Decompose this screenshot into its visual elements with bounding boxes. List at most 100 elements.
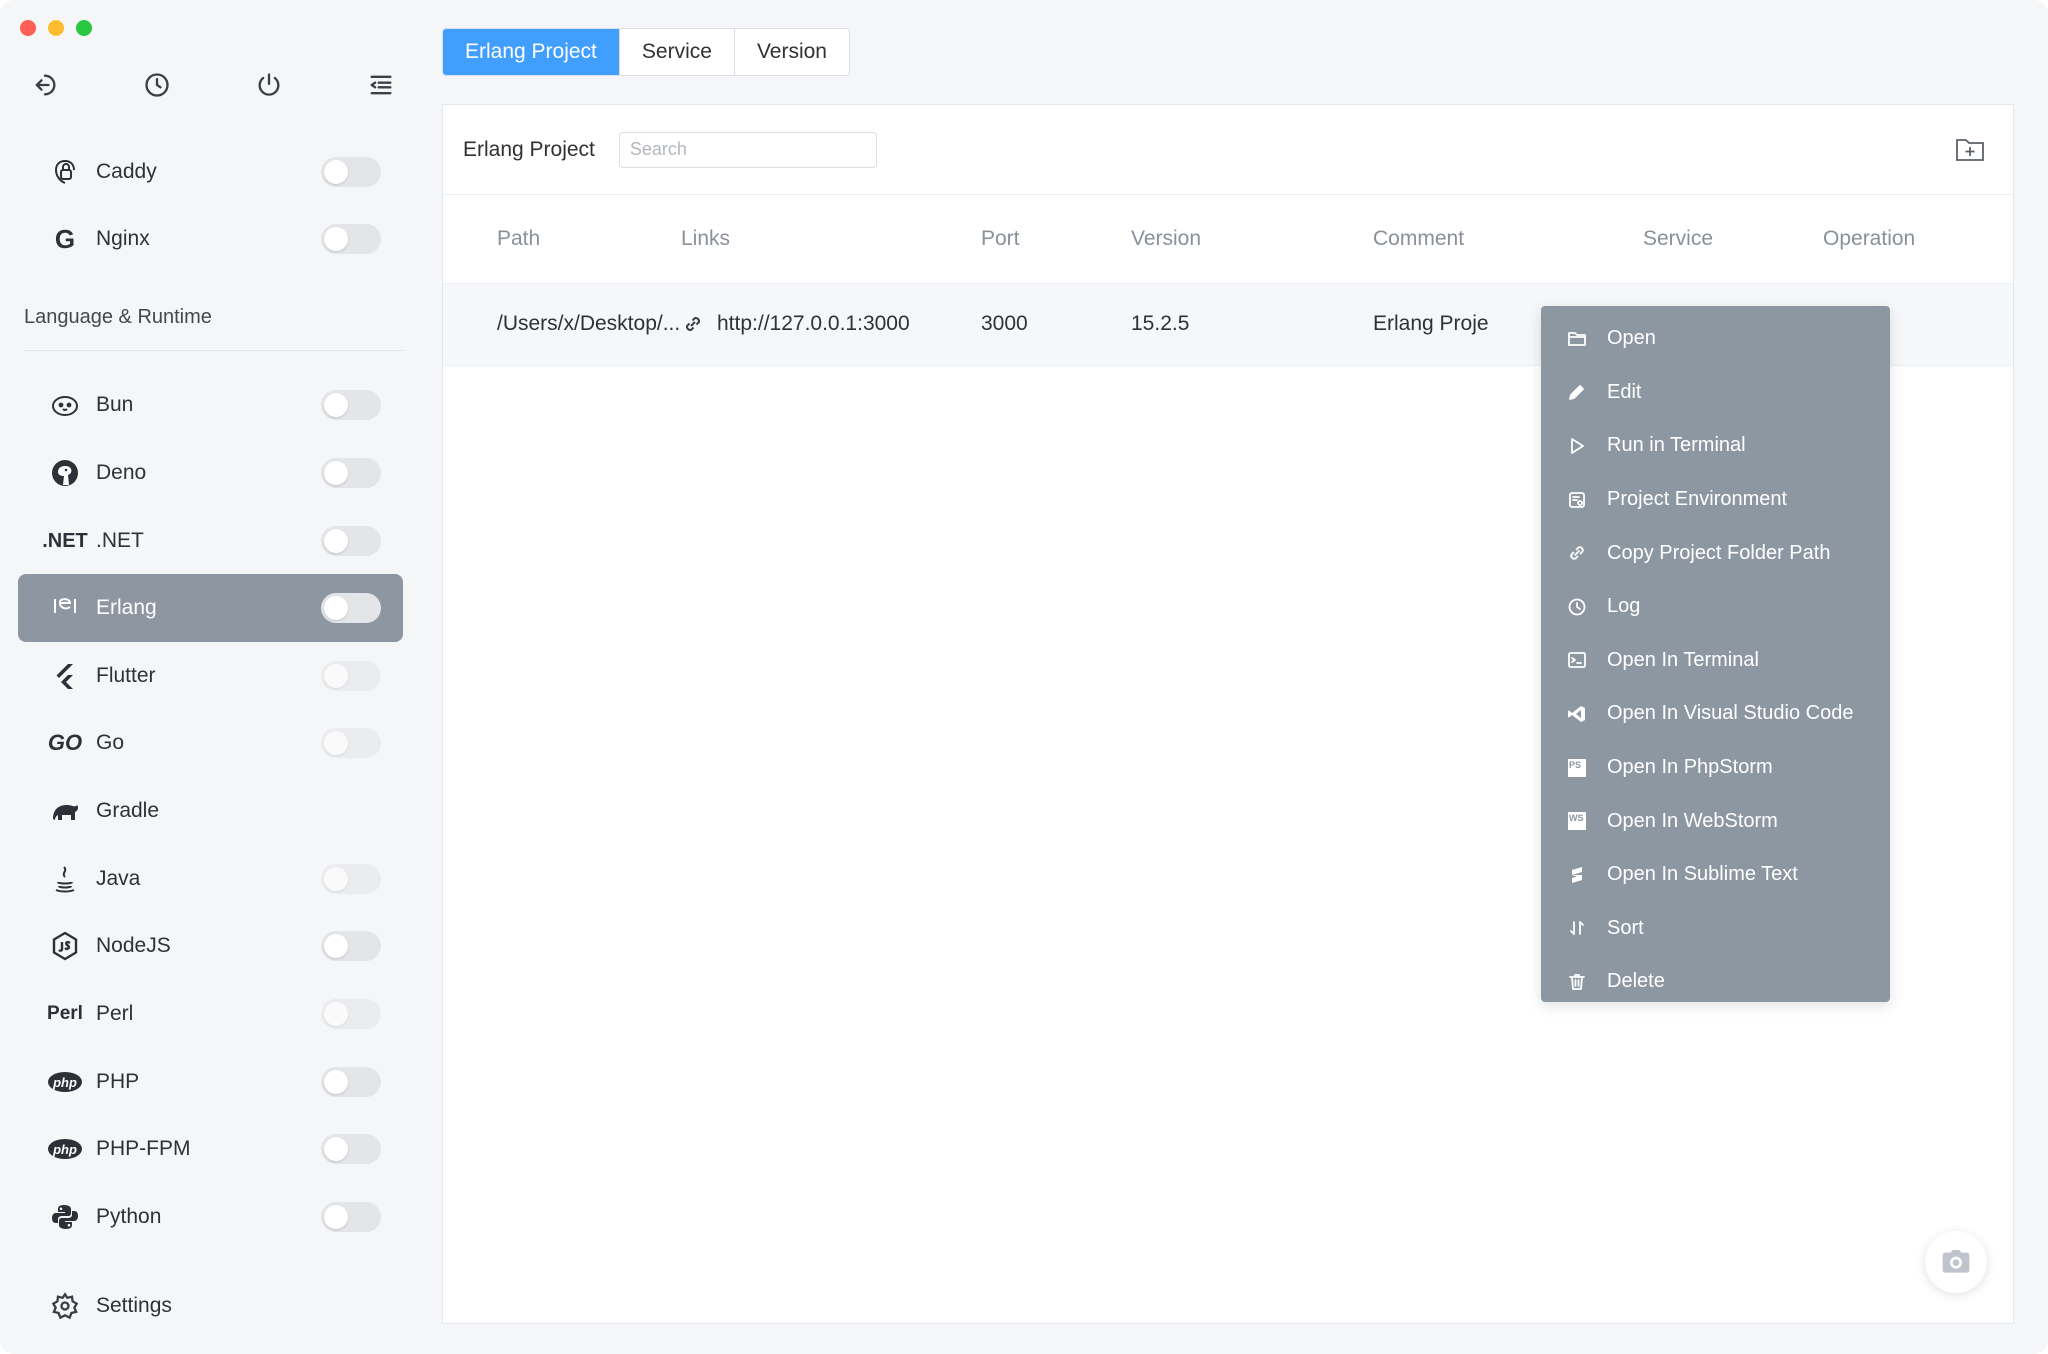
column-header-operation[interactable]: Operation bbox=[1823, 195, 2013, 284]
sidebar-item-flutter[interactable]: Flutter bbox=[18, 642, 403, 710]
menu-item-label: Sort bbox=[1607, 916, 1644, 939]
trash-icon bbox=[1565, 970, 1589, 994]
project-link[interactable]: http://127.0.0.1:3000 bbox=[717, 312, 910, 336]
nodejs-toggle[interactable] bbox=[321, 931, 381, 961]
back-icon[interactable] bbox=[28, 68, 62, 102]
menu-item-delete[interactable]: Delete bbox=[1541, 955, 1890, 1009]
menu-item-open-in-sublime[interactable]: Open In Sublime Text bbox=[1541, 848, 1890, 902]
menu-item-edit[interactable]: Edit bbox=[1541, 366, 1890, 420]
sidebar-item-go[interactable]: GO Go bbox=[18, 709, 403, 777]
phpstorm-icon: PS bbox=[1565, 756, 1589, 780]
bun-toggle[interactable] bbox=[321, 390, 381, 420]
sidebar: Caddy G Nginx Language & Runtime Bun Den… bbox=[0, 0, 420, 1354]
nodejs-icon bbox=[40, 930, 90, 962]
php-fpm-toggle[interactable] bbox=[321, 1134, 381, 1164]
bun-icon bbox=[40, 389, 90, 421]
caddy-toggle[interactable] bbox=[321, 157, 381, 187]
sidebar-item-erlang[interactable]: Erlang bbox=[18, 574, 403, 642]
column-header-links[interactable]: Links bbox=[681, 195, 981, 284]
menu-item-label: Open bbox=[1607, 327, 1656, 350]
panel-title: Erlang Project bbox=[463, 137, 595, 161]
cell-path: /Users/x/Desktop/... bbox=[443, 283, 681, 366]
flutter-icon bbox=[40, 660, 90, 692]
dotnet-icon: .NET bbox=[42, 529, 88, 552]
app-window: Caddy G Nginx Language & Runtime Bun Den… bbox=[0, 0, 2048, 1354]
history-icon[interactable] bbox=[140, 68, 174, 102]
vscode-icon bbox=[1565, 702, 1589, 726]
sidebar-item-label: Nginx bbox=[96, 227, 150, 250]
menu-item-log[interactable]: Log bbox=[1541, 580, 1890, 634]
play-icon bbox=[1565, 434, 1589, 458]
table-header-row: Path Links Port Version Comment Service … bbox=[443, 195, 2013, 284]
sidebar-item-settings[interactable]: Settings bbox=[18, 1276, 403, 1336]
environment-icon bbox=[1565, 488, 1589, 512]
menu-item-copy-folder-path[interactable]: Copy Project Folder Path bbox=[1541, 526, 1890, 580]
gradle-icon bbox=[40, 795, 90, 827]
column-header-version[interactable]: Version bbox=[1131, 195, 1373, 284]
tab-version[interactable]: Version bbox=[735, 29, 849, 75]
sidebar-item-deno[interactable]: Deno bbox=[18, 439, 403, 507]
perl-icon: Perl bbox=[47, 1003, 83, 1024]
menu-item-open-in-vscode[interactable]: Open In Visual Studio Code bbox=[1541, 687, 1890, 741]
menu-item-run-in-terminal[interactable]: Run in Terminal bbox=[1541, 419, 1890, 473]
flutter-toggle[interactable] bbox=[321, 661, 381, 691]
menu-item-open[interactable]: Open bbox=[1541, 312, 1890, 366]
sidebar-item-nginx[interactable]: G Nginx bbox=[18, 205, 403, 273]
column-header-port[interactable]: Port bbox=[981, 195, 1131, 284]
sidebar-item-php-fpm[interactable]: php PHP-FPM bbox=[18, 1115, 403, 1183]
menu-collapse-icon[interactable] bbox=[364, 68, 398, 102]
add-folder-icon[interactable] bbox=[1955, 135, 1985, 163]
nginx-icon: G bbox=[54, 223, 76, 254]
search-input[interactable] bbox=[618, 131, 877, 168]
column-header-path[interactable]: Path bbox=[443, 195, 681, 284]
menu-item-open-in-phpstorm[interactable]: PS Open In PhpStorm bbox=[1541, 741, 1890, 795]
php-icon: php bbox=[40, 1072, 90, 1092]
sidebar-item-php[interactable]: php PHP bbox=[18, 1048, 403, 1116]
sublime-icon bbox=[1565, 863, 1589, 887]
sidebar-item-dotnet[interactable]: .NET .NET bbox=[18, 507, 403, 575]
sidebar-item-label: Perl bbox=[96, 1002, 134, 1025]
java-toggle[interactable] bbox=[321, 864, 381, 894]
java-icon bbox=[40, 863, 90, 895]
nginx-toggle[interactable] bbox=[321, 224, 381, 254]
menu-item-label: Run in Terminal bbox=[1607, 434, 1746, 457]
sidebar-item-perl[interactable]: Perl Perl bbox=[18, 980, 403, 1048]
column-header-service[interactable]: Service bbox=[1643, 195, 1823, 284]
menu-item-open-in-webstorm[interactable]: WS Open In WebStorm bbox=[1541, 794, 1890, 848]
menu-item-open-in-terminal[interactable]: Open In Terminal bbox=[1541, 634, 1890, 688]
sidebar-item-python[interactable]: Python bbox=[18, 1183, 403, 1251]
sidebar-item-label: NodeJS bbox=[96, 934, 171, 957]
php-toggle[interactable] bbox=[321, 1067, 381, 1097]
sidebar-item-label: Go bbox=[96, 731, 125, 754]
dotnet-toggle[interactable] bbox=[321, 526, 381, 556]
sidebar-item-bun[interactable]: Bun bbox=[18, 371, 403, 439]
settings-label: Settings bbox=[96, 1294, 172, 1317]
camera-icon[interactable] bbox=[1925, 1231, 1987, 1293]
menu-item-label: Open In Visual Studio Code bbox=[1607, 702, 1854, 725]
sort-icon bbox=[1565, 916, 1589, 940]
sidebar-item-java[interactable]: Java bbox=[18, 845, 403, 913]
php-icon: php bbox=[40, 1139, 90, 1159]
column-header-comment[interactable]: Comment bbox=[1373, 195, 1643, 284]
menu-item-sort[interactable]: Sort bbox=[1541, 902, 1890, 956]
sidebar-item-gradle[interactable]: Gradle bbox=[18, 777, 403, 845]
cell-port: 3000 bbox=[981, 283, 1131, 366]
sidebar-item-nodejs[interactable]: NodeJS bbox=[18, 912, 403, 980]
deno-icon bbox=[40, 457, 90, 489]
sidebar-item-label: .NET bbox=[96, 529, 144, 552]
terminal-icon bbox=[1565, 648, 1589, 672]
menu-item-label: Open In PhpStorm bbox=[1607, 756, 1773, 779]
deno-toggle[interactable] bbox=[321, 458, 381, 488]
python-toggle[interactable] bbox=[321, 1202, 381, 1232]
tab-service[interactable]: Service bbox=[620, 29, 735, 75]
menu-item-project-environment[interactable]: Project Environment bbox=[1541, 473, 1890, 527]
python-icon bbox=[40, 1201, 90, 1233]
operation-context-menu: Open Edit Run in Terminal Project Enviro… bbox=[1541, 306, 1890, 1002]
tab-erlang-project[interactable]: Erlang Project bbox=[443, 29, 620, 75]
sidebar-item-label: Deno bbox=[96, 461, 147, 484]
perl-toggle[interactable] bbox=[321, 999, 381, 1029]
go-toggle[interactable] bbox=[321, 728, 381, 758]
erlang-toggle[interactable] bbox=[321, 593, 381, 623]
power-icon[interactable] bbox=[252, 68, 286, 102]
sidebar-item-caddy[interactable]: Caddy bbox=[18, 138, 403, 206]
